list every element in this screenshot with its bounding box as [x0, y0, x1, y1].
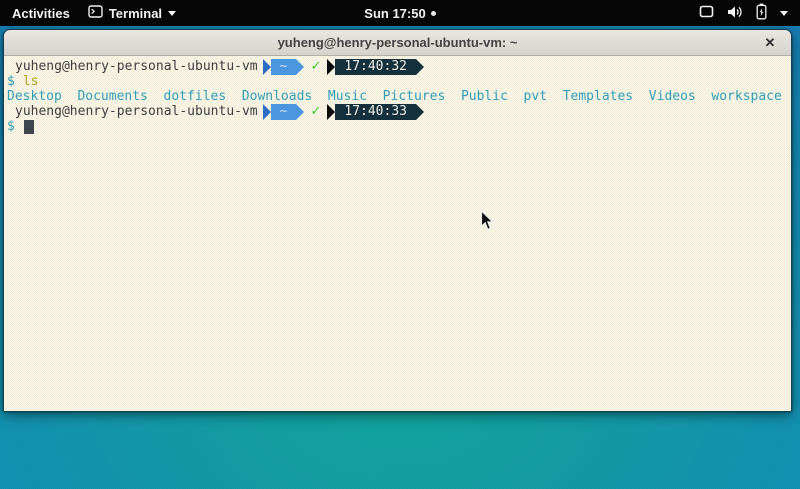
ls-output-line: Desktop Documents dotfiles Downloads Mus… — [7, 89, 791, 104]
prompt-dollar: $ — [7, 119, 15, 134]
prompt-time: 17:40:32 — [335, 59, 416, 75]
app-menu-label: Terminal — [109, 6, 162, 21]
powerline-arrow-icon — [327, 104, 335, 120]
check-icon: ✓ — [310, 59, 321, 74]
network-icon — [699, 5, 714, 21]
system-status-area[interactable] — [699, 0, 800, 26]
prompt-line: yuheng@henry-personal-ubuntu-vm ~ ✓ 17:4… — [7, 104, 791, 119]
window-title: yuheng@henry-personal-ubuntu-vm: ~ — [278, 35, 518, 50]
window-titlebar[interactable]: yuheng@henry-personal-ubuntu-vm: ~ ✕ — [4, 30, 791, 56]
command-line: $ ls — [7, 74, 791, 89]
powerline-arrow-icon — [296, 104, 304, 120]
input-line: $ — [7, 119, 791, 134]
prompt-cwd: ~ — [271, 59, 297, 75]
powerline-arrow-icon — [263, 104, 271, 120]
terminal-content[interactable]: yuheng@henry-personal-ubuntu-vm ~ ✓ 17:4… — [4, 56, 791, 411]
powerline-arrow-icon — [296, 59, 304, 75]
prompt-line: yuheng@henry-personal-ubuntu-vm ~ ✓ 17:4… — [7, 59, 791, 74]
app-menu-terminal[interactable]: Terminal — [88, 5, 176, 21]
check-icon: ✓ — [310, 104, 321, 119]
top-bar: Activities Terminal Sun 17:50 — [0, 0, 800, 26]
activities-label: Activities — [12, 6, 70, 21]
powerline-arrow-icon — [263, 59, 271, 75]
powerline-arrow-icon — [416, 104, 424, 120]
prompt-user: yuheng@henry-personal-ubuntu-vm — [7, 104, 258, 119]
clock-button[interactable]: Sun 17:50 — [364, 6, 435, 21]
chevron-down-icon — [168, 11, 176, 16]
activities-button[interactable]: Activities — [12, 6, 70, 21]
powerline-arrow-icon — [416, 59, 424, 75]
powerline-arrow-icon — [327, 59, 335, 75]
close-icon[interactable]: ✕ — [760, 33, 780, 53]
volume-icon — [727, 5, 743, 22]
terminal-app-icon — [88, 5, 103, 21]
terminal-cursor — [24, 120, 34, 134]
chevron-down-icon — [780, 11, 788, 16]
directory-listing: Desktop Documents dotfiles Downloads Mus… — [7, 89, 782, 104]
notification-dot-icon — [431, 11, 436, 16]
desktop: Activities Terminal Sun 17:50 — [0, 0, 800, 489]
prompt-dollar: $ — [7, 74, 15, 89]
prompt-time: 17:40:33 — [335, 104, 416, 120]
command-text: ls — [23, 74, 39, 89]
terminal-window: yuheng@henry-personal-ubuntu-vm: ~ ✕ yuh… — [3, 29, 792, 411]
prompt-user: yuheng@henry-personal-ubuntu-vm — [7, 59, 258, 74]
battery-charging-icon — [756, 3, 767, 23]
clock-label: Sun 17:50 — [364, 6, 425, 21]
prompt-cwd: ~ — [271, 104, 297, 120]
